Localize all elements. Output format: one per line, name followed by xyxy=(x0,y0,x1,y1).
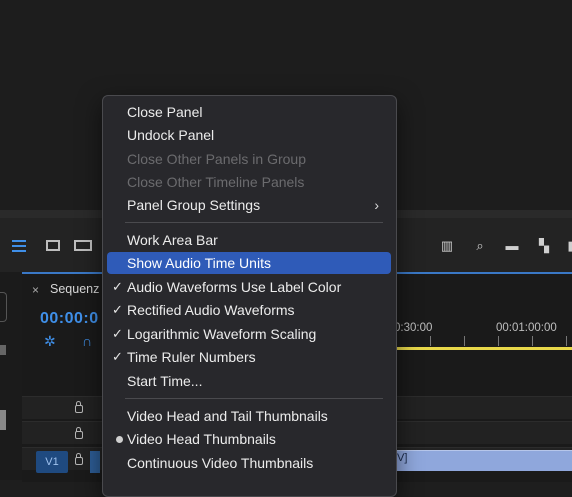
menu-item-label: Show Audio Time Units xyxy=(127,255,271,271)
clip-icon[interactable] xyxy=(46,240,60,251)
menu-item-close-other-timeline-panels: Close Other Timeline Panels xyxy=(107,171,391,193)
menu-item-label: Logarithmic Waveform Scaling xyxy=(127,326,317,342)
menu-item-video-head-thumbnails[interactable]: Video Head Thumbnails xyxy=(107,428,391,450)
menu-item-rectified-audio-waveforms[interactable]: ✓ Rectified Audio Waveforms xyxy=(107,299,391,321)
search-icon[interactable]: ⌕ xyxy=(473,239,487,252)
menu-item-audio-waveforms-use-label-color[interactable]: ✓ Audio Waveforms Use Label Color xyxy=(107,276,391,298)
menu-item-label: Undock Panel xyxy=(127,127,215,143)
menu-item-label: Continuous Video Thumbnails xyxy=(127,455,314,471)
work-area-bar[interactable] xyxy=(396,347,572,350)
radio-dot-icon xyxy=(116,436,123,443)
menu-separator xyxy=(125,222,383,223)
checkmark-icon: ✓ xyxy=(112,279,123,294)
menu-item-show-audio-time-units[interactable]: Show Audio Time Units xyxy=(107,252,391,274)
menu-separator xyxy=(125,398,383,399)
menu-item-label: Close Other Timeline Panels xyxy=(127,174,305,190)
menu-item-work-area-bar[interactable]: Work Area Bar xyxy=(107,229,391,251)
menu-item-label: Video Head and Tail Thumbnails xyxy=(127,408,328,424)
checkmark-icon: ✓ xyxy=(112,326,123,341)
lock-icon[interactable] xyxy=(75,427,83,439)
tab-sequence[interactable]: Sequenz xyxy=(50,282,99,296)
menu-item-label: Audio Waveforms Use Label Color xyxy=(127,279,342,295)
tool-button[interactable] xyxy=(0,292,7,322)
library-icon[interactable]: ▥ xyxy=(440,239,454,252)
menu-item-label: Video Head Thumbnails xyxy=(127,431,276,447)
lock-icon[interactable] xyxy=(75,401,83,413)
menu-item-close-panel[interactable]: Close Panel xyxy=(107,101,391,123)
menu-item-video-head-and-tail-thumbnails[interactable]: Video Head and Tail Thumbnails xyxy=(107,405,391,427)
menu-item-label: Rectified Audio Waveforms xyxy=(127,302,295,318)
menu-item-undock-panel[interactable]: Undock Panel xyxy=(107,124,391,146)
stack-icon[interactable] xyxy=(74,240,92,251)
close-tab-icon[interactable]: × xyxy=(32,283,39,297)
track-target[interactable] xyxy=(90,451,100,473)
snap-icon[interactable]: ✲ xyxy=(44,333,56,350)
menu-item-continuous-video-thumbnails[interactable]: Continuous Video Thumbnails xyxy=(107,452,391,474)
chevron-right-icon: › xyxy=(374,197,379,213)
checkmark-icon: ✓ xyxy=(112,349,123,364)
timecode-display[interactable]: 00:00:0 xyxy=(40,310,99,328)
menu-item-time-ruler-numbers[interactable]: ✓ Time Ruler Numbers xyxy=(107,346,391,368)
menu-item-label: Work Area Bar xyxy=(127,232,218,248)
folder-icon[interactable]: ▬ xyxy=(505,239,519,252)
menu-item-label: Panel Group Settings xyxy=(127,197,261,213)
tool-marker xyxy=(0,345,6,355)
tool-marker xyxy=(0,410,6,430)
menu-item-close-other-panels-in-group: Close Other Panels in Group xyxy=(107,148,391,170)
track-v1-badge[interactable]: V1 xyxy=(36,451,68,473)
ruler-label: 00:01:00:00 xyxy=(496,322,557,334)
menu-item-label: Start Time... xyxy=(127,373,203,389)
checkmark-icon: ✓ xyxy=(112,302,123,317)
lock-icon[interactable] xyxy=(75,453,83,465)
menu-item-label: Close Other Panels in Group xyxy=(127,151,306,167)
video-clip[interactable]: [V] xyxy=(392,450,572,471)
list-view-icon[interactable] xyxy=(12,240,26,252)
menu-item-start-time[interactable]: Start Time... xyxy=(107,370,391,392)
trash-icon[interactable]: ▮ xyxy=(564,239,572,252)
panel-context-menu: Close Panel Undock Panel Close Other Pan… xyxy=(102,95,397,497)
menu-item-label: Time Ruler Numbers xyxy=(127,349,256,365)
menu-item-panel-group-settings[interactable]: Panel Group Settings › xyxy=(107,194,391,216)
linked-selection-icon[interactable]: ∩ xyxy=(82,333,92,349)
menu-item-logarithmic-waveform-scaling[interactable]: ✓ Logarithmic Waveform Scaling xyxy=(107,323,391,345)
new-item-icon[interactable]: ▚ xyxy=(537,239,551,252)
menu-item-label: Close Panel xyxy=(127,104,203,120)
time-ruler[interactable] xyxy=(396,336,572,346)
ruler-label: 0:30:00 xyxy=(394,322,433,334)
